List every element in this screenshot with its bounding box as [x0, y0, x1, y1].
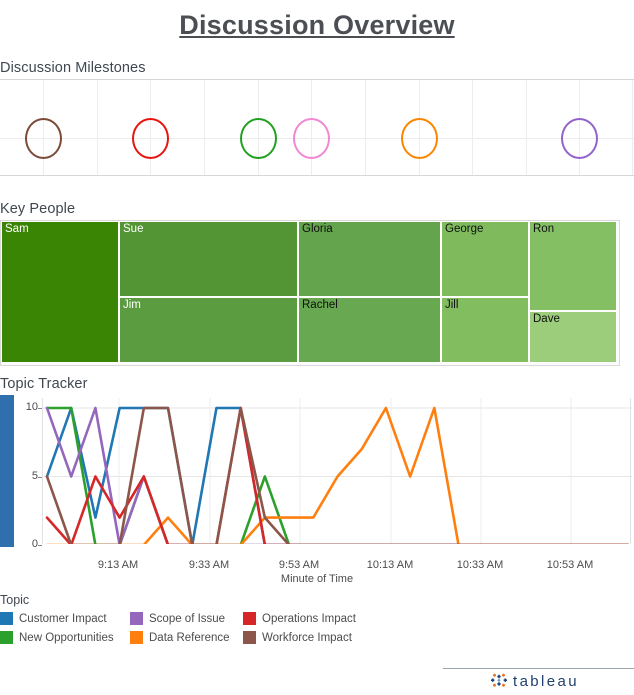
legend-swatch	[0, 612, 13, 625]
milestone-marker-5[interactable]	[400, 117, 438, 159]
treemap-cell-label: Jim	[123, 299, 141, 311]
page-title: Discussion Overview	[179, 9, 455, 40]
treemap-cell-label: Sam	[5, 223, 29, 235]
tableau-mark-icon	[491, 673, 507, 687]
legend-swatch	[130, 631, 143, 644]
tableau-logo[interactable]: tableau	[489, 672, 579, 690]
milestone-gridline-vertical	[97, 80, 98, 175]
x-axis-tick-label: 10:13 AM	[366, 559, 414, 571]
legend-swatch	[0, 631, 13, 644]
milestone-marker-6[interactable]	[560, 117, 598, 159]
x-axis-tick-label: 10:53 AM	[546, 559, 594, 571]
legend-swatch	[130, 612, 143, 625]
treemap-cell[interactable]: Gloria	[298, 221, 441, 297]
section-heading-key-people: Key People	[0, 201, 76, 217]
milestone-gridline-vertical	[632, 80, 633, 175]
legend-item[interactable]: Workforce Impact	[243, 631, 352, 644]
section-heading-discussion-milestones: Discussion Milestones	[0, 60, 146, 76]
x-axis-tick-label: 10:33 AM	[456, 559, 504, 571]
treemap-cell-label: George	[445, 223, 484, 235]
treemap-cell-label: Gloria	[302, 223, 333, 235]
footer-divider	[443, 668, 634, 669]
dashboard-title-bar: Discussion Overview	[0, 0, 634, 50]
topic-legend: Topic Customer Impact New Opportunities Sc…	[0, 593, 634, 653]
x-axis-tick-label: 9:53 AM	[278, 559, 320, 571]
x-axis-title: Minute of Time	[280, 573, 354, 585]
milestone-gridline-vertical	[472, 80, 473, 175]
legend-title: Topic	[0, 593, 30, 607]
legend-swatch	[243, 631, 256, 644]
treemap-cell[interactable]: Jill	[441, 297, 529, 363]
y-axis-tick-label: 5	[31, 469, 38, 482]
legend-item[interactable]: Scope of Issue	[130, 612, 225, 625]
legend-item[interactable]: New Opportunities	[0, 631, 114, 644]
treemap-cell-label: Rachel	[302, 299, 338, 311]
x-axis-tick-label: 9:13 AM	[97, 559, 139, 571]
milestone-marker-2[interactable]	[131, 117, 169, 159]
milestone-gridline-vertical	[365, 80, 366, 175]
legend-label: Workforce Impact	[262, 631, 352, 644]
treemap-cell[interactable]: Sue	[119, 221, 298, 297]
treemap-cell[interactable]: Jim	[119, 297, 298, 363]
legend-label: Scope of Issue	[149, 612, 226, 625]
section-heading-topic-tracker: Topic Tracker	[0, 376, 88, 392]
milestone-marker-4[interactable]	[292, 117, 330, 159]
legend-label: Data Reference	[149, 631, 230, 644]
treemap-cell-label: Ron	[533, 223, 555, 235]
legend-label: Customer Impact	[19, 612, 107, 625]
treemap-cell[interactable]: Dave	[529, 311, 617, 363]
milestone-marker-1[interactable]	[24, 117, 62, 159]
legend-item[interactable]: Operations Impact	[243, 612, 356, 625]
milestone-marker-3[interactable]	[239, 117, 277, 159]
treemap-cell-label: Jill	[445, 299, 459, 311]
y-axis-tick-label: 10	[25, 401, 38, 413]
treemap-cell[interactable]: George	[441, 221, 529, 297]
y-axis-tick-mark	[38, 545, 42, 546]
milestone-gridline-vertical	[526, 80, 527, 175]
plot-area[interactable]	[42, 398, 632, 544]
discussion-milestones-panel[interactable]	[0, 79, 634, 176]
legend-item[interactable]: Customer Impact	[0, 612, 107, 625]
tableau-wordmark: tableau	[513, 672, 580, 690]
treemap-cell-label: Dave	[533, 313, 560, 325]
x-axis-tick-label: 9:33 AM	[188, 559, 230, 571]
legend-item[interactable]: Data Reference	[130, 631, 230, 644]
dashboard-root: Discussion Overview Discussion Milestone…	[0, 0, 634, 695]
treemap-cell[interactable]: Ron	[529, 221, 617, 311]
legend-swatch	[243, 612, 256, 625]
treemap-cell[interactable]: Sam	[1, 221, 119, 363]
key-people-treemap[interactable]: Sam Sue Jim Gloria Rachel George Jill Ron Dave	[0, 220, 620, 366]
x-axis-ticks: 9:13 AM 9:33 AM 9:53 AM 10:13 AM 10:33 AM 10:…	[0, 557, 634, 573]
treemap-cell[interactable]: Rachel	[298, 297, 441, 363]
treemap-cell-label: Sue	[123, 223, 144, 235]
milestone-gridline-vertical	[204, 80, 205, 175]
topic-tracker-chart[interactable]: Frequency 0 5 10	[0, 395, 634, 555]
y-axis-tick-label: 0	[31, 538, 38, 550]
line-chart-svg	[43, 398, 632, 544]
legend-label: Operations Impact	[262, 612, 356, 625]
legend-label: New Opportunities	[19, 631, 114, 644]
